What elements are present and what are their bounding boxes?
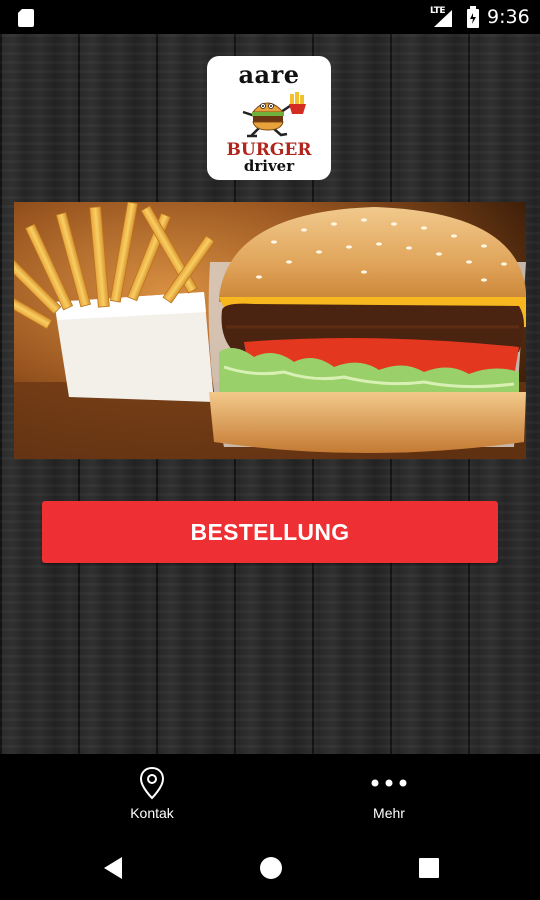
- burger-and-fries-illustration: [14, 202, 526, 459]
- burger-hero-image: [14, 202, 526, 459]
- system-nav-bar: [0, 834, 540, 900]
- battery-icon: [467, 6, 479, 28]
- status-bar: LTE 9:36: [0, 0, 540, 34]
- more-dots-icon: [371, 779, 407, 787]
- location-pin-icon: [139, 766, 165, 800]
- app-logo: aare BURGER driver: [207, 56, 331, 180]
- home-icon[interactable]: [257, 854, 285, 882]
- burger-mascot-icon: [242, 92, 306, 138]
- tab-kontak-label: Kontak: [130, 805, 174, 821]
- recent-apps-icon[interactable]: [415, 854, 443, 882]
- sd-card-icon: [18, 9, 34, 27]
- tab-kontak[interactable]: Kontak: [82, 754, 222, 834]
- back-icon[interactable]: [100, 854, 128, 882]
- logo-line-1: aare: [238, 60, 300, 89]
- logo-line-3: driver: [243, 157, 295, 175]
- bottom-tab-bar: Kontak Mehr: [0, 754, 540, 834]
- signal-icon: [434, 10, 452, 27]
- clock: 9:36: [487, 6, 530, 28]
- tab-mehr[interactable]: Mehr: [319, 754, 459, 834]
- order-button[interactable]: BESTELLUNG: [42, 501, 498, 563]
- tab-mehr-label: Mehr: [373, 805, 405, 821]
